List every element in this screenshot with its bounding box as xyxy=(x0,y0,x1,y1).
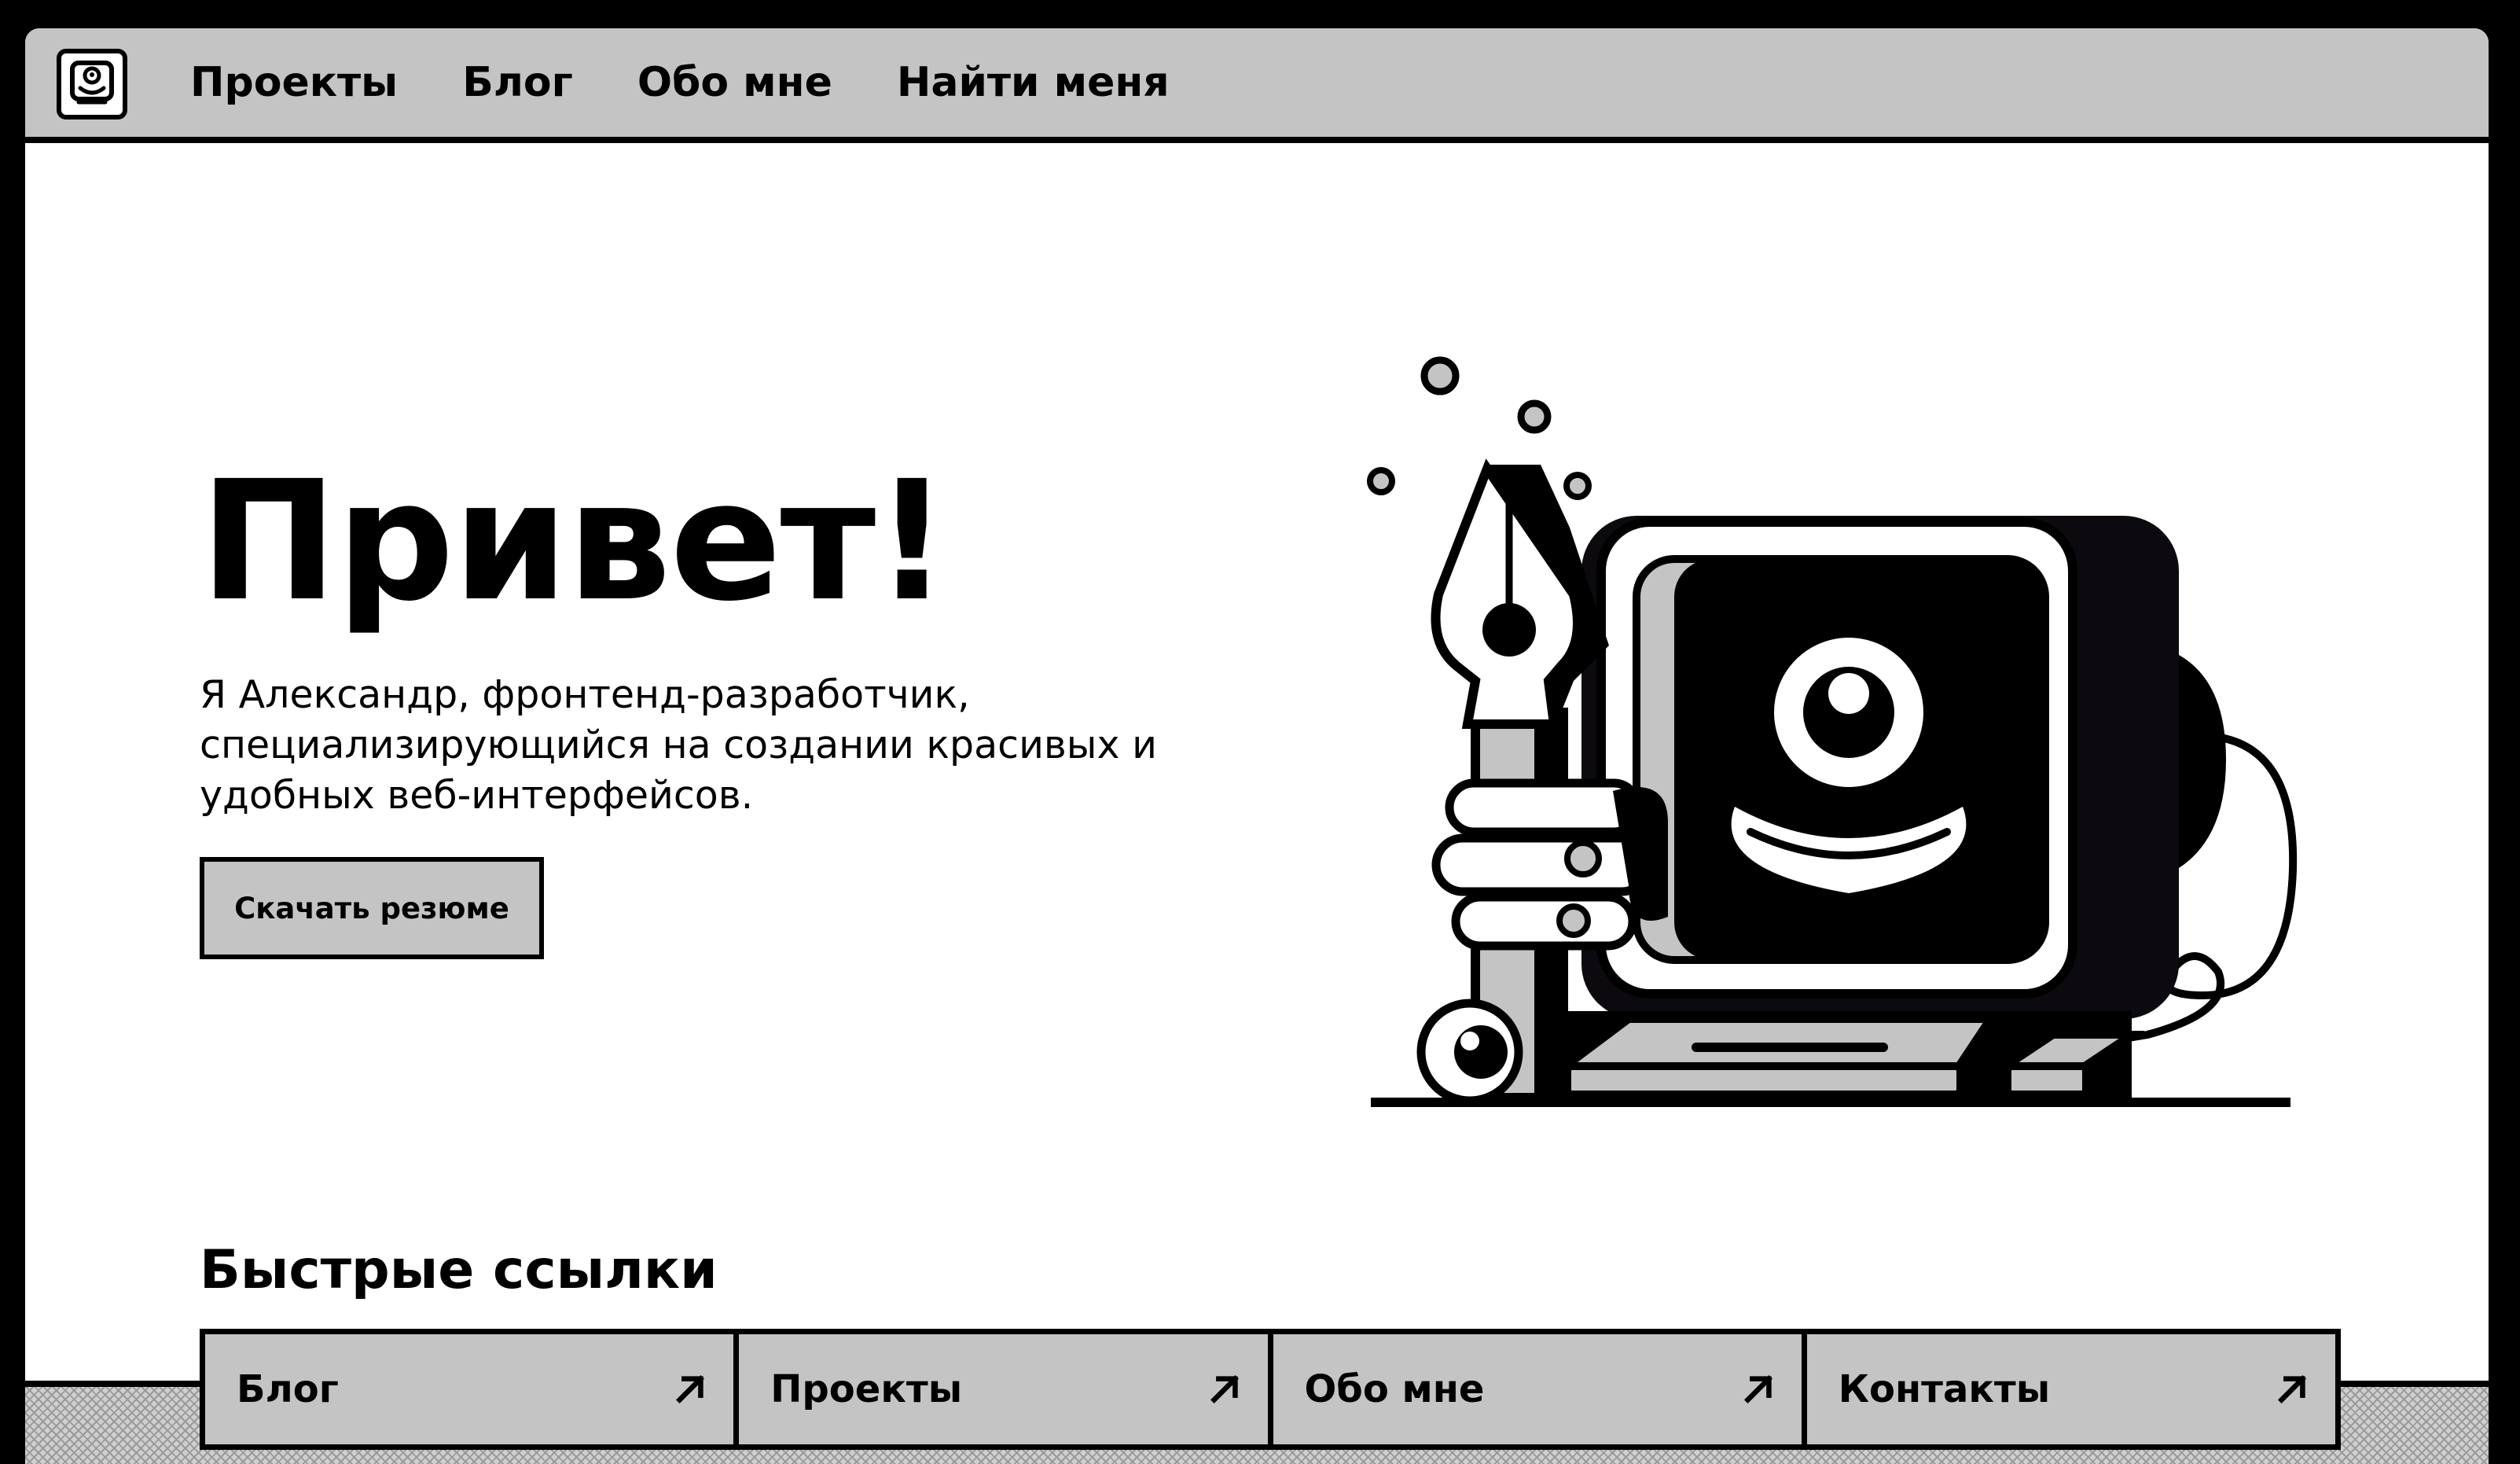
quick-link-projects[interactable]: Проекты xyxy=(739,1334,1268,1444)
computer-with-pen-illustration xyxy=(1299,319,2320,1121)
monitor-face-icon[interactable] xyxy=(57,49,127,120)
nav-link-blog[interactable]: Блог xyxy=(462,59,573,106)
arrow-up-right-icon xyxy=(1743,1374,1772,1404)
arrow-up-right-icon xyxy=(1210,1374,1239,1404)
nav-links: Проекты Блог Обо мне Найти меня xyxy=(190,28,1234,137)
top-navbar: Проекты Блог Обо мне Найти меня xyxy=(25,28,2489,143)
quick-link-label: Обо мне xyxy=(1304,1367,1485,1411)
arrow-up-right-icon xyxy=(676,1374,705,1404)
nav-link-find-me[interactable]: Найти меня xyxy=(897,59,1170,106)
nav-link-about[interactable]: Обо мне xyxy=(637,59,832,106)
nav-link-projects[interactable]: Проекты xyxy=(190,59,398,106)
hero-description: Я Александр, фронтенд-разработчик, специ… xyxy=(200,672,1157,818)
quick-link-contacts[interactable]: Контакты xyxy=(1806,1334,2335,1444)
browser-window: Проекты Блог Обо мне Найти меня Привет! … xyxy=(25,28,2489,1464)
hero-title: Привет! xyxy=(200,445,950,638)
arrow-up-right-icon xyxy=(2277,1374,2307,1404)
quick-link-label: Проекты xyxy=(770,1367,963,1411)
quick-link-blog[interactable]: Блог xyxy=(205,1334,734,1444)
download-resume-button[interactable]: Скачать резюме xyxy=(200,857,544,959)
quick-link-label: Контакты xyxy=(1838,1367,2051,1411)
quick-links-title: Быстрые ссылки xyxy=(200,1239,718,1301)
quick-link-about[interactable]: Обо мне xyxy=(1273,1334,1802,1444)
quick-link-label: Блог xyxy=(237,1367,339,1411)
quick-links: Блог Проекты Обо мне Контакты xyxy=(200,1329,2341,1450)
